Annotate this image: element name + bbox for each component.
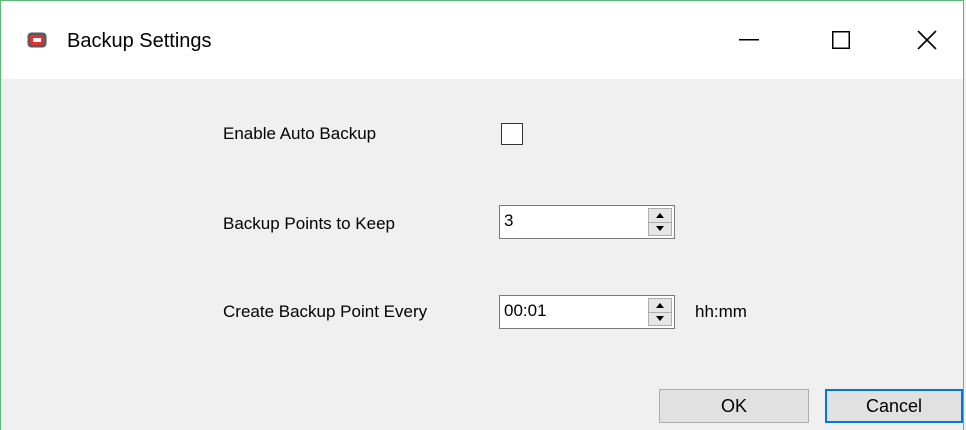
- backup-interval-down-button[interactable]: [649, 312, 671, 325]
- minimize-icon: [739, 39, 759, 41]
- maximize-icon: [832, 31, 850, 49]
- backup-points-label: Backup Points to Keep: [223, 214, 396, 233]
- app-icon: [27, 32, 47, 48]
- backup-points-up-button[interactable]: [649, 209, 671, 223]
- backup-interval-label: Create Backup Point Every: [223, 302, 428, 321]
- backup-interval-stepper[interactable]: [499, 295, 675, 329]
- backup-points-down-button[interactable]: [649, 222, 671, 235]
- backup-points-input[interactable]: [504, 211, 624, 231]
- enable-auto-backup-label: Enable Auto Backup: [223, 124, 377, 143]
- backup-interval-input[interactable]: [504, 301, 624, 321]
- backup-points-stepper[interactable]: [499, 205, 675, 239]
- ok-button[interactable]: OK: [659, 389, 809, 423]
- maximize-button[interactable]: [797, 9, 885, 71]
- minimize-button[interactable]: [705, 9, 793, 71]
- arrow-up-icon: [656, 213, 664, 218]
- window-title: Backup Settings: [67, 30, 212, 52]
- title-bar[interactable]: Backup Settings: [1, 1, 963, 79]
- close-icon: [917, 30, 937, 50]
- arrow-down-icon: [656, 316, 664, 321]
- close-button[interactable]: [883, 9, 966, 71]
- backup-settings-window: Backup Settings Enable Auto Backup Backu…: [0, 0, 964, 430]
- enable-auto-backup-checkbox[interactable]: [501, 123, 523, 145]
- backup-interval-unit: hh:mm: [695, 302, 747, 321]
- backup-interval-spin-buttons: [648, 298, 672, 326]
- arrow-up-icon: [656, 303, 664, 308]
- arrow-down-icon: [656, 226, 664, 231]
- backup-interval-up-button[interactable]: [649, 299, 671, 313]
- backup-points-spin-buttons: [648, 208, 672, 236]
- cancel-button[interactable]: Cancel: [825, 389, 963, 423]
